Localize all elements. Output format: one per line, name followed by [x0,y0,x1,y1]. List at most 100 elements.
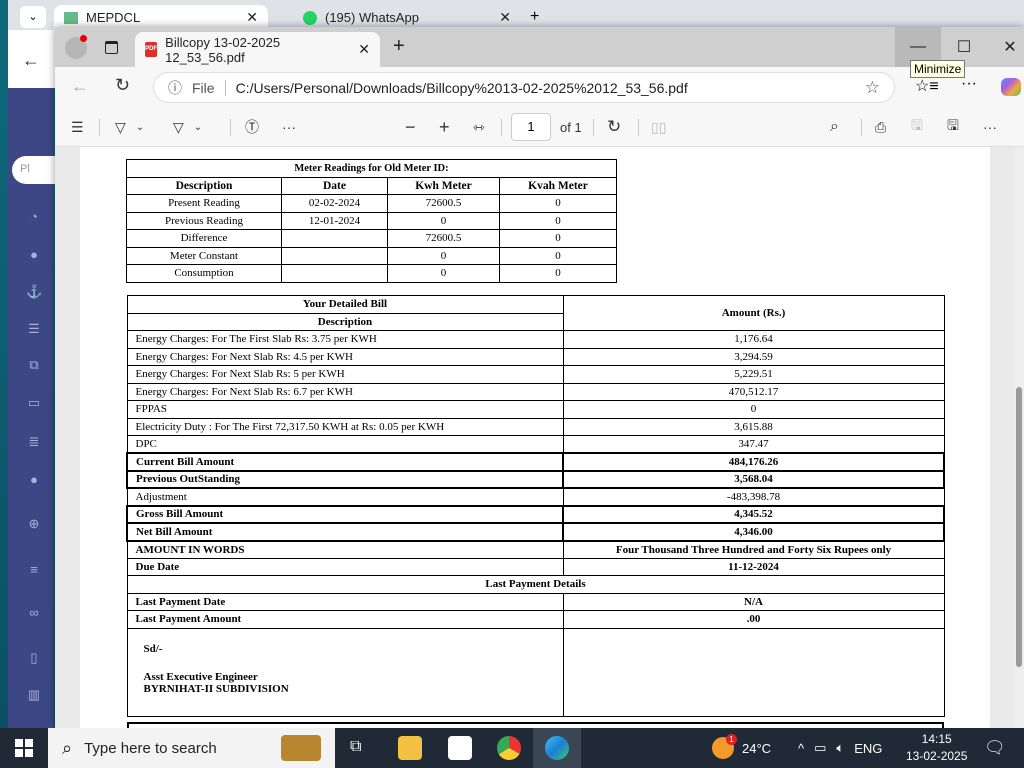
charge-label: FPPAS [126,400,564,419]
microsoft-store-icon[interactable] [448,736,472,760]
empty-cell [562,627,945,717]
close-window-button[interactable]: ✕ [987,27,1024,67]
label: Previous OutStanding [126,469,564,489]
tab-title: MEPDCL [86,10,141,25]
url-text[interactable]: C:/Users/Personal/Downloads/Billcopy%201… [236,80,688,96]
network-icon[interactable]: ▭ [814,740,826,756]
back-icon[interactable]: ← [71,76,89,97]
windows-start-icon[interactable] [15,739,33,757]
file-explorer-icon[interactable] [398,736,422,760]
table-row: Energy Charges: For The First Slab Rs: 3… [126,330,945,349]
taskbar-search[interactable]: ⌕ Type here to search [48,728,335,768]
edge-taskbar-button[interactable] [533,728,581,768]
contents-icon[interactable]: ☰ [71,107,84,147]
last-payment-date-row: Last Payment Date N/A [126,592,945,611]
cell: Present Reading [126,194,282,213]
radio-widget-icon[interactable] [281,735,321,761]
save-icon[interactable]: 🖫 [911,107,923,147]
chrome-icon[interactable] [497,736,521,760]
pdf-page: Meter Readings for Old Meter ID: Descrip… [80,147,990,730]
charge-amount: 1,176.64 [562,330,945,349]
sitemap-icon[interactable]: ⧉ [26,358,42,372]
page-view-icon[interactable]: ▯▯ [651,107,666,147]
search-icon[interactable]: ⌕ [830,107,839,147]
page-total: of 1 [560,119,582,135]
table-row: Difference 72600.5 0 [126,229,617,248]
notifications-icon[interactable]: 🗨︎ [984,728,1006,768]
favorite-star-icon[interactable]: ☆ [865,78,880,98]
user-icon[interactable]: ● [26,473,42,487]
list-ordered-icon[interactable]: ≣ [26,435,42,449]
task-view-icon[interactable]: ⧉ [350,738,361,756]
charge-label: Electricity Duty : For The First 72,317.… [126,417,564,436]
save-as-icon[interactable]: 🖫 [947,107,959,147]
more-tools-icon[interactable]: ··· [282,107,296,147]
table-row: Consumption 0 0 [126,264,617,283]
user-icon[interactable]: ● [26,248,42,262]
edge-icon [545,736,569,760]
close-tab-icon[interactable]: ✕ [246,9,258,26]
dashboard-icon[interactable]: ◔ [26,210,42,224]
monitor-icon[interactable]: ▭ [26,396,42,410]
weather-icon: 1 [712,734,737,759]
back-arrow-icon[interactable]: ← [22,50,40,71]
label: Due Date [126,557,564,576]
active-tab[interactable]: PDF Billcopy 13-02-2025 12_53_56.pdf ✕ [135,32,380,67]
pdf-toolbar: ☰ ▽ ⌄ ▽ ⌄ Ⓣ ··· − + ⇿ 1 of 1 ↻ ▯▯ ⌕ ⎙ 🖫 … [55,107,1024,147]
settings-more-icon[interactable]: ··· [983,107,997,147]
refresh-icon[interactable]: ↻ [115,75,130,96]
favorites-icon[interactable]: ☆≡ [915,76,939,96]
mobile-icon[interactable]: ▯ [26,651,42,665]
zoom-in-icon[interactable]: + [439,107,450,147]
cell: 0 [387,211,500,230]
weather[interactable]: 1 24°C [712,728,771,768]
fit-width-icon[interactable]: ⇿ [473,107,485,147]
table-row: Previous Reading 12-01-2024 0 0 [126,211,617,230]
new-tab-icon[interactable]: + [530,8,539,26]
rotate-icon[interactable]: ↻ [607,107,621,147]
amount: 484,176.26 [562,452,945,472]
server-icon[interactable]: ☰ [26,322,42,336]
volume-icon[interactable]: 🔈︎ [836,740,844,756]
link-icon[interactable]: ∞ [26,606,42,620]
highlight-icon[interactable]: ▽ ⌄ [115,107,144,147]
close-tab-icon[interactable]: ✕ [499,9,511,26]
bar-chart-icon[interactable]: ▥ [26,688,42,702]
value: .00 [562,610,945,629]
text-icon[interactable]: Ⓣ [245,107,259,147]
table-row: Energy Charges: For Next Slab Rs: 4.5 pe… [126,347,945,366]
signature-designation: Asst Executive Engineer [143,670,258,683]
label: Last Payment Date [126,592,564,611]
background-browser-tabstrip: ⌄ MEPDCL ✕ (195) WhatsApp ✕ + [8,0,1024,30]
zoom-out-icon[interactable]: − [405,107,416,147]
anchor-icon[interactable]: ⚓ [26,285,42,299]
cell: 0 [499,229,617,248]
tab-list-chevron-icon[interactable]: ⌄ [20,6,46,28]
new-tab-icon[interactable]: + [393,35,405,58]
cell: 72600.5 [387,229,500,248]
info-icon: ⓘ [168,79,182,96]
plus-circle-icon[interactable]: ⊕ [26,517,42,531]
meter-table-title: Meter Readings for Old Meter ID: [126,159,617,178]
background-search-input[interactable]: Pl [12,156,56,184]
scrollbar-thumb[interactable] [1016,387,1022,667]
charge-amount: 0 [562,400,945,419]
background-app-sidebar: ◔ ● ⚓ ☰ ⧉ ▭ ≣ ● ⊕ ≡ ∞ ▯ ▥ [8,88,54,728]
column-header: Date [281,176,388,195]
show-hidden-icons-icon[interactable]: ^ [798,741,804,756]
language-indicator[interactable]: ENG [854,741,882,756]
draw-icon[interactable]: ▽ ⌄ [173,107,202,147]
cell: 0 [387,246,500,265]
profile-avatar-icon[interactable] [65,35,87,59]
list-icon[interactable]: ≡ [26,563,42,577]
address-bar[interactable]: ⓘ File C:/Users/Personal/Downloads/Billc… [153,72,895,103]
title-bar: PDF Billcopy 13-02-2025 12_53_56.pdf ✕ +… [55,27,1024,67]
signature-block: Sd/- Asst Executive Engineer BYRNIHAT-II… [126,627,564,717]
page-number-input[interactable]: 1 [511,113,551,141]
cell [281,246,388,265]
copilot-icon[interactable] [1001,78,1021,96]
workspaces-icon[interactable] [105,41,118,54]
close-tab-icon[interactable]: ✕ [358,41,370,58]
print-icon[interactable]: ⎙ [875,107,886,147]
clock[interactable]: 14:15 13-02-2025 [906,728,967,768]
